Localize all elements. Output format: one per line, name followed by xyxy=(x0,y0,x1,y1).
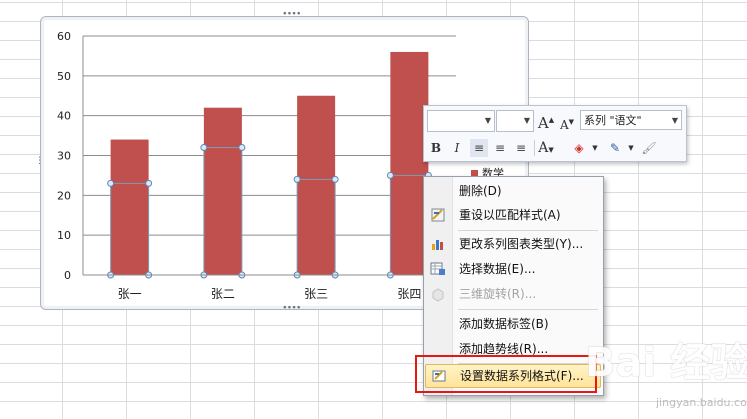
y-tick-label: 20 xyxy=(57,189,71,202)
menu-item-reset-style[interactable]: 重设以匹配样式(A) xyxy=(425,204,601,226)
select-data-icon xyxy=(430,262,445,275)
menu-item-select-data[interactable]: 选择数据(E)... xyxy=(425,258,601,280)
shrink-font-button[interactable]: A▼ xyxy=(558,113,576,132)
chevron-down-icon[interactable]: ▼ xyxy=(586,139,604,157)
selection-handle[interactable] xyxy=(145,179,153,187)
y-tick-label: 30 xyxy=(57,150,71,163)
chart-element-selector[interactable]: 系列 "语文" ▼ xyxy=(580,110,682,130)
italic-button[interactable]: I xyxy=(448,139,466,157)
selection-handle[interactable] xyxy=(107,179,115,187)
chevron-down-icon: ▼ xyxy=(671,116,678,125)
menu-item-delete[interactable]: 删除(D) xyxy=(425,180,601,202)
chevron-down-icon: ▼ xyxy=(484,116,491,125)
font-name-dropdown[interactable]: ▼ xyxy=(427,110,495,132)
reset-style-icon xyxy=(431,208,445,222)
grow-font-button[interactable]: A▲ xyxy=(537,111,555,132)
y-tick-label: 10 xyxy=(57,229,71,242)
bar[interactable] xyxy=(110,139,149,275)
y-tick-label: 60 xyxy=(57,30,71,43)
chevron-down-icon[interactable]: ▼ xyxy=(622,139,640,157)
watermark-url: jingyan.baidu.com xyxy=(656,396,747,409)
align-center-icon[interactable]: ≡ xyxy=(491,139,509,157)
align-right-icon[interactable]: ≡ xyxy=(512,139,530,157)
x-tick-label: 张一 xyxy=(118,287,142,301)
menu-item-3d-rotation[interactable]: 三维旋转(R)... xyxy=(425,283,601,305)
menu-item-add-data-labels[interactable]: 添加数据标签(B) xyxy=(425,313,601,335)
y-tick-label: 40 xyxy=(57,110,71,123)
align-left-icon[interactable]: ≡ xyxy=(470,139,488,157)
mini-format-toolbar: ▼ ▼ A▲ A▼ 系列 "语文" ▼ B I ≡ ≡ ≡ A▼ ◈ ▼ ✎ ▼… xyxy=(423,105,687,162)
selection-handle[interactable] xyxy=(331,175,339,183)
x-tick-label: 张三 xyxy=(304,287,328,301)
y-tick-label: 50 xyxy=(57,70,71,83)
selection-handle[interactable] xyxy=(386,171,394,179)
highlight-annotation-box xyxy=(415,355,597,393)
bold-button[interactable]: B xyxy=(427,139,445,157)
chart-element-selector-value: 系列 "语文" xyxy=(584,114,642,127)
bar[interactable] xyxy=(297,95,336,275)
resize-handle-top[interactable]: ∙∙∙∙ xyxy=(282,10,302,19)
3d-rotation-icon xyxy=(432,288,444,302)
format-painter-icon[interactable]: 🖌 xyxy=(640,139,658,157)
selection-handle[interactable] xyxy=(200,144,208,152)
selection-handle[interactable] xyxy=(238,144,246,152)
menu-item-change-chart-type[interactable]: 更改系列图表类型(Y)... xyxy=(425,233,601,255)
selection-handle[interactable] xyxy=(293,175,301,183)
y-tick-label: 0 xyxy=(64,269,71,282)
watermark-logo: Bai 经验 xyxy=(585,340,747,386)
chevron-down-icon: ▼ xyxy=(523,116,530,125)
x-tick-label: 张二 xyxy=(211,287,235,301)
chart-type-icon xyxy=(432,240,443,250)
resize-handle-left[interactable]: ⋮ xyxy=(35,157,44,171)
font-color-button[interactable]: A▼ xyxy=(537,139,555,157)
x-tick-label: 张四 xyxy=(397,287,421,301)
bar[interactable] xyxy=(203,107,242,275)
font-size-dropdown[interactable]: ▼ xyxy=(496,110,534,132)
